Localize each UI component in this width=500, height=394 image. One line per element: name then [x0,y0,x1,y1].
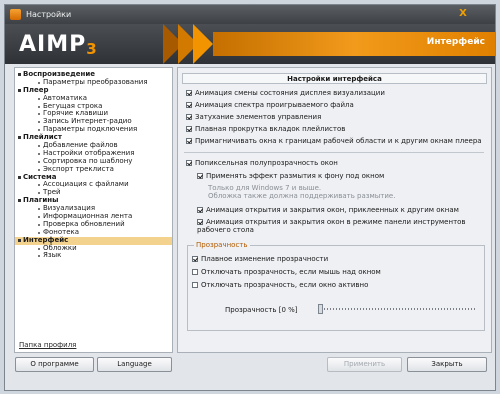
about-button[interactable]: О программе [15,357,94,372]
close-window-button[interactable]: X [447,7,479,20]
option-smooth-transparency[interactable]: Плавное изменение прозрачности [192,255,328,263]
title-bar: Настройки X [5,5,495,24]
window-title: Настройки [26,10,72,19]
section-title: Интерфейс [426,37,485,47]
aimp-logo: AIMP3 [19,32,98,58]
tree-item[interactable]: Проверка обновлений [15,220,172,229]
option-label: Затухание элементов управления [195,113,322,121]
blur-note-line-2: Обложка также должна поддерживать размыт… [208,192,396,200]
logo-text: AIMP [19,32,87,57]
language-button[interactable]: Language [97,357,172,372]
option-label: Применять эффект размытия к фону под окн… [206,172,385,180]
option-anim-taskbar[interactable]: Анимация открытия и закрытия окон в режи… [197,218,467,234]
apply-button[interactable]: Применить [327,357,402,372]
option-label: Отключать прозрачность, если окно активн… [201,281,369,289]
divider [184,152,484,153]
option-label: Анимация смены состояния дисплея визуали… [195,89,385,97]
transparency-slider-label: Прозрачность [0 %] [225,306,298,314]
option-label: Отключать прозрачность, если мышь над ок… [201,268,381,276]
option-label: Плавная прокрутка вкладок плейлистов [195,125,346,133]
settings-window: Настройки X AIMP3 Интерфейс Воспроизведе… [4,4,496,391]
option-window-transparency[interactable]: Попиксельная полупрозрачность окон [186,159,338,167]
checkbox[interactable] [197,207,203,213]
tree-item[interactable]: Язык [15,252,172,260]
logo-version: 3 [86,40,98,58]
checkbox[interactable] [197,219,203,225]
checkbox[interactable] [192,282,198,288]
option-disable-on-hover[interactable]: Отключать прозрачность, если мышь над ок… [192,268,381,276]
aimp-app-icon [10,9,21,20]
interface-settings-panel: Настройки интерфейса Анимация смены сост… [177,67,492,353]
option-label: Анимация спектра проигрываемого файла [195,101,354,109]
transparency-slider[interactable] [318,304,475,314]
checkbox[interactable] [192,269,198,275]
tree-item[interactable]: Ассоциация с файлами [15,181,172,189]
transparency-group-legend: Прозрачность [194,241,250,249]
option-disable-when-active[interactable]: Отключать прозрачность, если окно активн… [192,281,368,289]
tree-category[interactable]: Плеер [15,86,172,95]
profile-folder-link[interactable]: Папка профиля [19,341,76,349]
tree-category[interactable]: Интерфейс [15,236,172,245]
option-anim-spectrum[interactable]: Анимация спектра проигрываемого файла [186,101,354,109]
tree-item[interactable]: Обложки [15,244,172,253]
slider-thumb[interactable] [318,304,323,314]
settings-tree: Воспроизведение Параметры преобразования П… [14,67,173,353]
option-fade-controls[interactable]: Затухание элементов управления [186,113,321,121]
checkbox[interactable] [186,138,192,144]
option-anim-attached[interactable]: Анимация открытия и закрытия окон, прикл… [197,206,459,214]
checkbox[interactable] [186,114,192,120]
option-snap-windows[interactable]: Примагничивать окна к границам рабочей о… [186,137,482,145]
chevron-icon [193,24,213,64]
option-smooth-scroll[interactable]: Плавная прокрутка вкладок плейлистов [186,125,345,133]
option-blur-effect[interactable]: Применять эффект размытия к фону под окн… [197,172,384,180]
slider-ticks [324,308,475,310]
option-label: Попиксельная полупрозрачность окон [195,159,338,167]
option-label: Плавное изменение прозрачности [201,255,329,263]
close-button[interactable]: Закрыть [407,357,487,372]
option-label: Примагничивать окна к границам рабочей о… [195,137,482,145]
checkbox[interactable] [192,256,198,262]
checkbox[interactable] [186,160,192,166]
option-anim-display[interactable]: Анимация смены состояния дисплея визуали… [186,89,385,97]
checkbox[interactable] [197,173,203,179]
checkbox[interactable] [186,90,192,96]
checkbox[interactable] [186,102,192,108]
option-label: Анимация открытия и закрытия окон в режи… [197,218,466,234]
header-banner: AIMP3 Интерфейс [5,24,495,64]
checkbox[interactable] [186,126,192,132]
panel-title: Настройки интерфейса [182,73,487,84]
blur-note-line-1: Только для Windows 7 и выше. [208,184,322,192]
option-label: Анимация открытия и закрытия окон, прикл… [206,206,459,214]
